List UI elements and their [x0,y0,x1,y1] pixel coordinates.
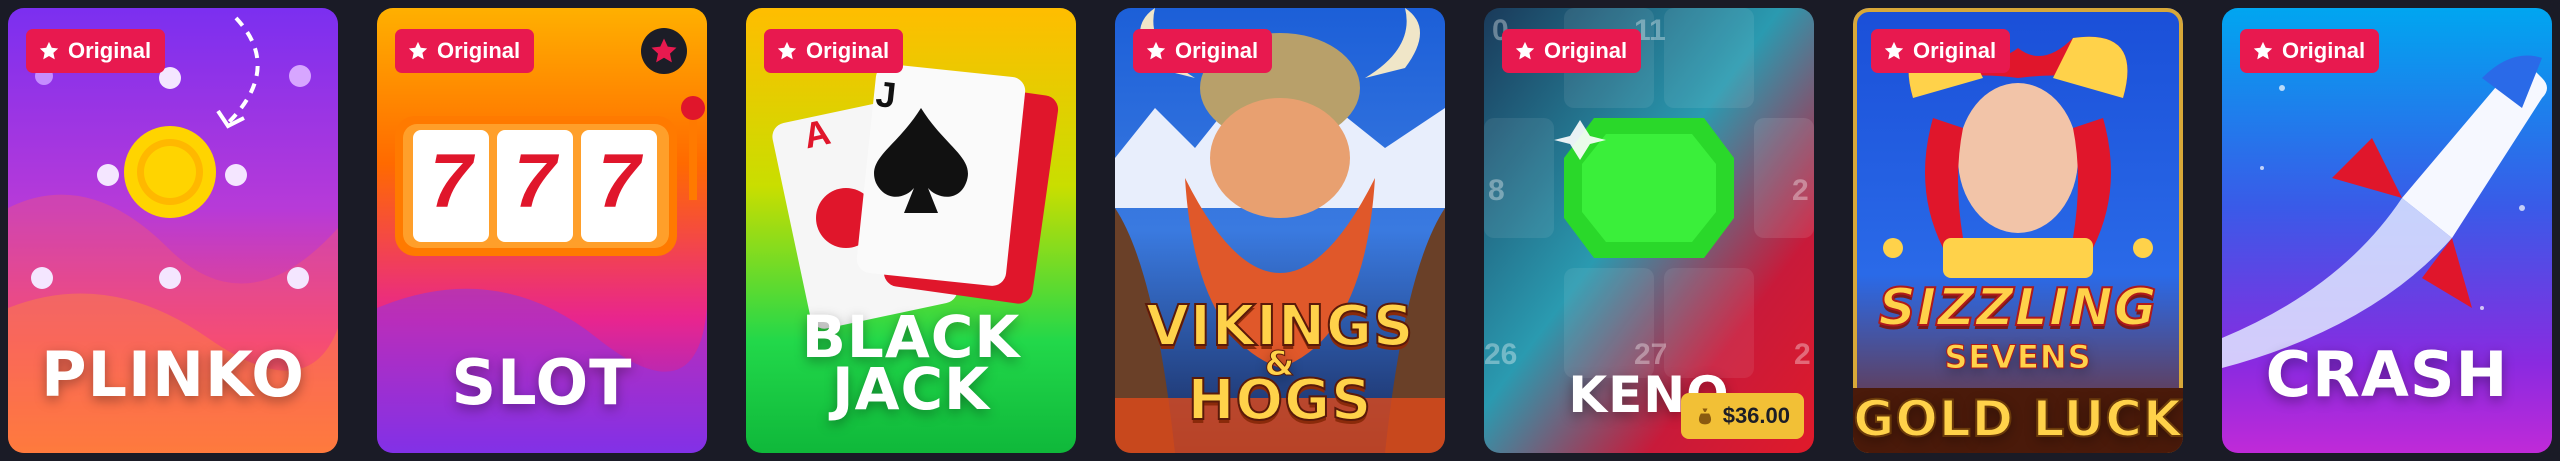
game-title-line2: SEVENS [1944,338,2092,377]
original-badge: Original [1871,29,2011,73]
game-card-slot[interactable]: Original 7 7 7 SLOT [377,8,707,453]
money-bag-icon [1698,408,1711,425]
game-title-line3: GOLD LUCK [1853,389,2183,449]
game-title: PLINKO [41,338,305,411]
game-title: CRASH [2265,338,2509,411]
original-badge: Original [395,29,535,73]
star-icon [1146,41,1166,60]
star-icon [1884,41,1904,60]
slot-reel: 7 [513,139,557,224]
game-card-sizzling-sevens[interactable]: Original SIZZLING SEVENS GOLD LUCK [1853,8,2183,453]
keno-number: 2 [1792,174,1809,207]
prize-badge: $36.00 [1680,393,1804,439]
game-title-line2: HOGS [1187,367,1373,434]
original-badge: Original [764,29,904,73]
game-card-crash[interactable]: Original CRASH [2222,8,2552,453]
slot-reel: 7 [429,139,473,224]
game-card-blackjack[interactable]: A J Original BLACK JACK [746,8,1076,453]
badge-label: Original [1544,38,1628,63]
badge-label: Original [1913,38,1997,63]
original-badge: Original [1502,29,1642,73]
badge-label: Original [68,38,152,63]
game-card-plinko[interactable]: Original PLINKO [8,8,338,453]
star-icon [651,38,677,63]
badge-label: Original [1175,38,1259,63]
star-icon [1515,41,1535,60]
badge-label: Original [806,38,890,63]
original-badge: Original [2240,29,2380,73]
game-title-line2: JACK [832,355,990,423]
original-badge: Original [1133,29,1273,73]
game-title-line1: SIZZLING [1878,277,2158,339]
star-icon [777,41,797,60]
star-icon [39,41,59,60]
star-icon [2253,41,2273,60]
badge-label: Original [2282,38,2366,63]
star-icon [408,41,428,60]
favorite-button[interactable] [641,28,687,74]
games-row: Original PLINKO Original 7 7 7 SLOT A J … [8,8,2552,453]
game-card-keno[interactable]: 0 11 8 2 26 27 2 Original KENO $36.00 [1484,8,1814,453]
prize-amount: $36.00 [1722,403,1790,428]
game-title: SLOT [451,346,633,419]
original-badge: Original [26,29,166,73]
sizzling-art [1853,8,2183,453]
badge-label: Original [437,38,521,63]
slot-reel: 7 [597,139,641,224]
keno-number: 8 [1488,174,1505,207]
game-card-vikings-hogs[interactable]: Original VIKINGS & HOGS [1115,8,1445,453]
